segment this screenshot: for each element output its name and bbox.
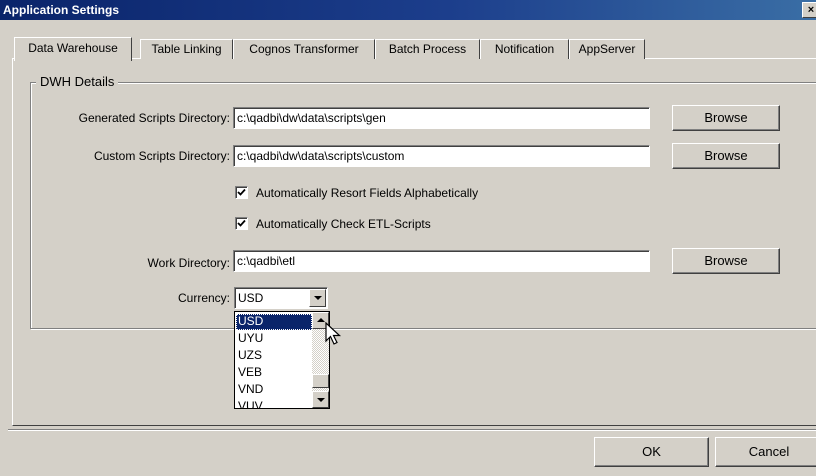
resort-fields-label: Automatically Resort Fields Alphabetical… bbox=[256, 186, 479, 200]
resort-fields-checkbox[interactable] bbox=[235, 186, 248, 199]
work-directory-browse-button[interactable]: Browse bbox=[672, 248, 780, 274]
currency-dropdown-list: USD UYU UZS VEB VND VUV bbox=[234, 311, 330, 409]
mouse-cursor-icon bbox=[325, 322, 342, 345]
arrow-up-icon bbox=[317, 318, 325, 322]
currency-option-uzs[interactable]: UZS bbox=[236, 348, 312, 364]
generated-scripts-label: Generated Scripts Directory: bbox=[78, 111, 230, 125]
tab-notification[interactable]: Notification bbox=[480, 39, 569, 59]
chevron-down-icon bbox=[314, 296, 322, 300]
check-etl-label: Automatically Check ETL-Scripts bbox=[256, 217, 431, 231]
currency-select[interactable]: USD bbox=[234, 287, 328, 309]
footer-separator bbox=[8, 429, 816, 431]
window-title: Application Settings bbox=[3, 3, 120, 17]
tab-batch-process[interactable]: Batch Process bbox=[375, 39, 480, 59]
group-label: DWH Details bbox=[36, 74, 119, 89]
checkmark-icon bbox=[237, 188, 246, 196]
custom-scripts-label: Custom Scripts Directory: bbox=[93, 149, 230, 163]
check-etl-checkbox[interactable] bbox=[235, 217, 248, 230]
currency-option-usd[interactable]: USD bbox=[236, 314, 312, 330]
checkmark-icon bbox=[237, 219, 246, 227]
close-button[interactable]: × bbox=[802, 2, 816, 18]
currency-option-uyu[interactable]: UYU bbox=[236, 331, 312, 347]
tab-appserver[interactable]: AppServer bbox=[569, 39, 645, 59]
custom-scripts-browse-button[interactable]: Browse bbox=[672, 143, 780, 169]
tab-data-warehouse[interactable]: Data Warehouse bbox=[14, 37, 132, 61]
arrow-down-icon bbox=[317, 398, 325, 402]
custom-scripts-field[interactable]: c:\qadbi\dw\data\scripts\custom bbox=[233, 145, 650, 167]
currency-label: Currency: bbox=[177, 291, 230, 305]
currency-dropdown-button[interactable] bbox=[309, 289, 326, 307]
tab-table-linking[interactable]: Table Linking bbox=[140, 39, 233, 59]
ok-button[interactable]: OK bbox=[594, 437, 709, 467]
scroll-down-button[interactable] bbox=[312, 391, 329, 408]
currency-value: USD bbox=[238, 291, 264, 305]
generated-scripts-browse-button[interactable]: Browse bbox=[672, 105, 780, 131]
scroll-thumb[interactable] bbox=[312, 374, 329, 388]
generated-scripts-field[interactable]: c:\qadbi\dw\data\scripts\gen bbox=[233, 107, 650, 129]
tab-cognos-transformer[interactable]: Cognos Transformer bbox=[233, 39, 375, 59]
cancel-button[interactable]: Cancel bbox=[715, 437, 816, 467]
currency-option-vnd[interactable]: VND bbox=[236, 382, 312, 398]
work-directory-label: Work Directory: bbox=[147, 256, 230, 270]
work-directory-field[interactable]: c:\qadbi\etl bbox=[233, 250, 650, 272]
currency-option-vuv[interactable]: VUV bbox=[236, 399, 312, 408]
currency-option-veb[interactable]: VEB bbox=[236, 365, 312, 381]
title-bar: Application Settings × bbox=[0, 0, 816, 20]
